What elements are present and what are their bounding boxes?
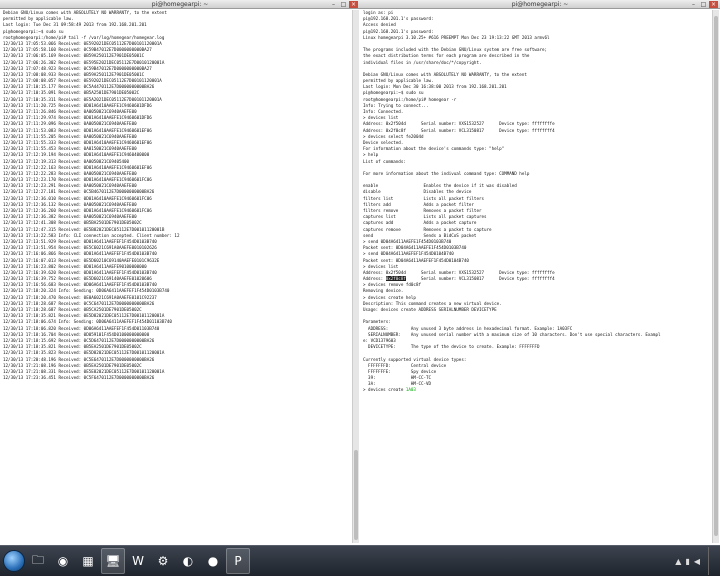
network-icon[interactable]: ▮	[685, 557, 689, 566]
taskbar-media-icon[interactable]: ◐	[176, 548, 200, 574]
close-icon[interactable]: ×	[349, 1, 358, 8]
left-scrollbar-thumb[interactable]	[354, 450, 358, 540]
taskbar-word-icon[interactable]: W	[126, 548, 150, 574]
minimize-icon[interactable]: –	[689, 1, 698, 8]
left-terminal-output[interactable]: Debian GNU/Linux comes with ABSOLUTELY N…	[3, 10, 351, 543]
taskbar-firefox-icon[interactable]: ◉	[51, 548, 75, 574]
right-line: SERIALNUMBER: Any unused serial number w…	[363, 331, 661, 337]
left-titlebar[interactable]: pi@homegearpi: ~ – □ ×	[0, 0, 360, 9]
tray-arrow-icon[interactable]: ▲	[675, 557, 681, 566]
left-window-title: pi@homegearpi: ~	[151, 1, 209, 8]
left-line: 12/30/13 17:23:36.451 Received: 0C5F6470…	[3, 375, 155, 381]
selected-text: 0x2f0c8f	[385, 276, 406, 282]
taskbar-explorer-icon[interactable]: 🗀	[26, 548, 50, 574]
left-terminal-window[interactable]: pi@homegearpi: ~ – □ × Debian GNU/Linux …	[0, 0, 360, 545]
maximize-icon[interactable]: □	[339, 1, 348, 8]
minimize-icon[interactable]: –	[329, 1, 338, 8]
saal-g-logo	[604, 44, 698, 92]
show-desktop-button[interactable]	[708, 547, 716, 575]
taskbar: 🗀 ◉ ▦ 🖥 W ⚙ ◐ ● P ▲ ▮ ◀	[0, 545, 720, 576]
right-scrollbar-thumb[interactable]	[714, 16, 718, 536]
taskbar-items: 🗀 ◉ ▦ 🖥 W ⚙ ◐ ● P	[25, 548, 250, 574]
right-titlebar[interactable]: pi@homegearpi: ~ – □ ×	[360, 0, 720, 9]
left-scrollbar[interactable]	[352, 10, 359, 543]
taskbar-pictures-icon[interactable]: ▦	[76, 548, 100, 574]
maximize-icon[interactable]: □	[699, 1, 708, 8]
right-line: > devices create 1A03	[363, 387, 416, 393]
taskbar-recorder-icon[interactable]: ●	[201, 548, 225, 574]
taskbar-putty-icon[interactable]: 🖥	[101, 548, 125, 574]
typed-input: 1A03	[405, 387, 416, 393]
logo-text: Saal G	[622, 97, 680, 116]
taskbar-tool-icon[interactable]: ⚙	[151, 548, 175, 574]
close-icon[interactable]: ×	[709, 1, 718, 8]
right-window-title: pi@homegearpi: ~	[511, 1, 569, 8]
volume-icon[interactable]: ◀	[694, 557, 700, 566]
start-button[interactable]	[3, 550, 25, 572]
right-scrollbar[interactable]	[712, 10, 719, 543]
taskbar-powerpoint-icon[interactable]: P	[226, 548, 250, 574]
system-tray: ▲ ▮ ◀	[675, 547, 716, 575]
